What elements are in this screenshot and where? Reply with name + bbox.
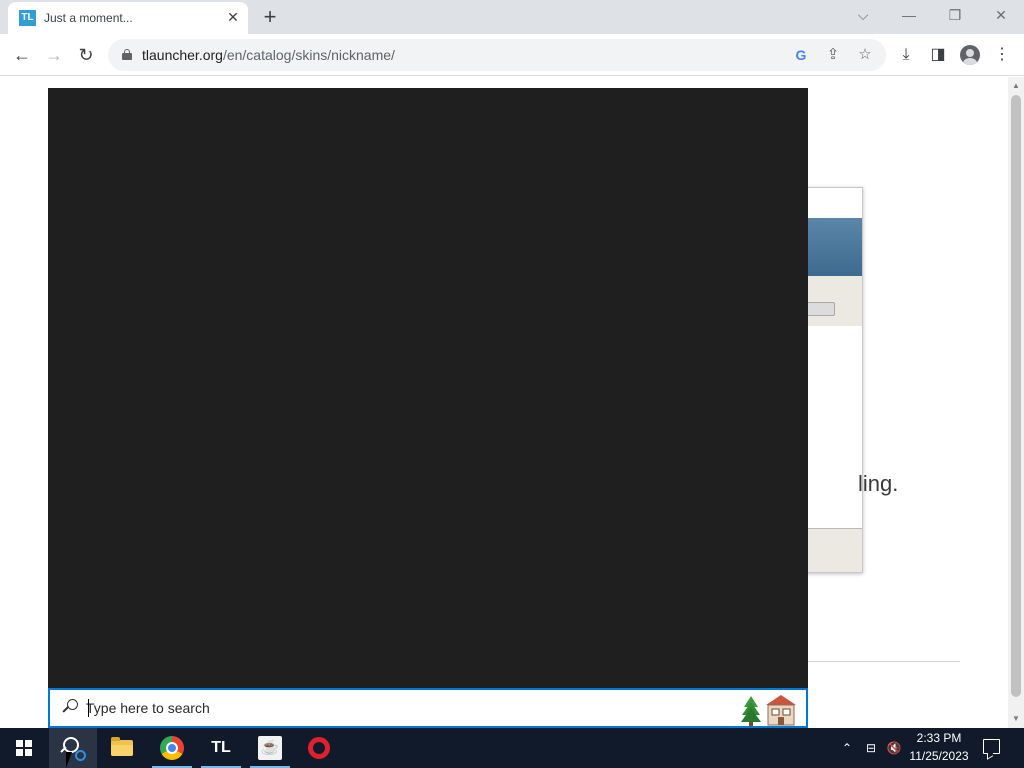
minimize-button[interactable]: — — [897, 4, 921, 26]
tab-close-icon[interactable]: ✕ — [224, 8, 242, 26]
taskbar-search-box[interactable] — [48, 688, 808, 728]
url-text[interactable]: tlauncher.org/en/catalog/skins/nickname/ — [142, 47, 395, 63]
address-bar[interactable]: tlauncher.org/en/catalog/skins/nickname/… — [108, 39, 886, 71]
dialog-footer — [801, 528, 862, 572]
page-divider — [808, 661, 960, 662]
windows-taskbar: TL ☕ ⌃ ⊟ 🔇 2:33 PM 11/25/2023 — [0, 728, 1024, 768]
network-icon[interactable]: ⊟ — [862, 738, 880, 758]
start-search-panel — [48, 88, 808, 688]
back-button[interactable]: ← — [9, 42, 35, 68]
new-tab-button[interactable]: + — [258, 5, 282, 29]
background-dialog — [800, 187, 863, 573]
christmas-tree-icon[interactable] — [740, 694, 762, 726]
folder-icon — [111, 737, 133, 756]
text-caret — [88, 699, 89, 717]
side-panel-icon[interactable]: ◨ — [927, 44, 949, 66]
notification-center-icon[interactable] — [983, 739, 1000, 754]
tlauncher-icon: TL — [211, 739, 231, 756]
search-input[interactable] — [86, 697, 726, 719]
url-host: tlauncher.org — [142, 47, 223, 63]
dialog-toolbar-area — [801, 276, 862, 326]
clock-time[interactable]: 2:33 PM — [910, 731, 968, 745]
browser-tab[interactable]: TL Just a moment... ✕ — [8, 2, 248, 34]
profile-avatar-icon[interactable] — [960, 45, 980, 65]
window-close-button[interactable]: ✕ — [989, 4, 1013, 26]
forward-button[interactable]: → — [41, 42, 67, 68]
chrome-icon — [160, 736, 184, 760]
reload-button[interactable]: ↻ — [73, 42, 99, 68]
google-lens-icon[interactable]: G — [791, 45, 811, 65]
url-path: /en/catalog/skins/nickname/ — [222, 47, 395, 63]
page-scrollbar[interactable]: ▲ ▼ — [1008, 77, 1024, 728]
scroll-thumb[interactable] — [1011, 95, 1021, 697]
page-message-fragment: ling. — [858, 471, 899, 496]
clock-date[interactable]: 11/25/2023 — [904, 749, 974, 763]
tray-chevron-icon[interactable]: ⌃ — [838, 738, 856, 758]
tlauncher-taskbar-button[interactable]: TL — [197, 728, 245, 768]
tlauncher-favicon-icon: TL — [19, 10, 36, 26]
opera-icon — [308, 737, 330, 759]
share-icon[interactable]: ⇪ — [823, 45, 843, 65]
java-cup-icon: ☕ — [258, 736, 282, 760]
java-taskbar-button[interactable]: ☕ — [246, 728, 294, 768]
tab-search-dropdown-icon[interactable]: ⌵ — [851, 4, 875, 26]
chrome-taskbar-button[interactable] — [148, 728, 196, 768]
search-icon — [62, 699, 80, 717]
bookmark-star-icon[interactable]: ☆ — [855, 45, 875, 65]
windows-logo-icon — [16, 740, 32, 756]
scroll-up-arrow-icon[interactable]: ▲ — [1008, 79, 1024, 93]
browser-toolbar: ← → ↻ tlauncher.org/en/catalog/skins/nic… — [0, 34, 1024, 76]
house-doodle-icon[interactable] — [764, 693, 798, 727]
restore-button[interactable]: ❐ — [943, 4, 967, 26]
dialog-header-band — [801, 218, 862, 276]
download-icon[interactable]: ⤓ — [895, 44, 917, 66]
start-button[interactable] — [0, 728, 48, 768]
browser-menu-icon[interactable]: ⋮ — [991, 44, 1013, 66]
volume-muted-icon[interactable]: 🔇 — [885, 738, 903, 758]
mouse-pointer-icon — [66, 752, 78, 768]
lock-icon[interactable] — [122, 49, 132, 60]
tab-title: Just a moment... — [44, 11, 133, 25]
file-explorer-button[interactable] — [98, 728, 146, 768]
opera-taskbar-button[interactable] — [295, 728, 343, 768]
scroll-down-arrow-icon[interactable]: ▼ — [1008, 712, 1024, 726]
tab-strip: TL Just a moment... ✕ + ⌵ — ❐ ✕ — [0, 0, 1024, 34]
